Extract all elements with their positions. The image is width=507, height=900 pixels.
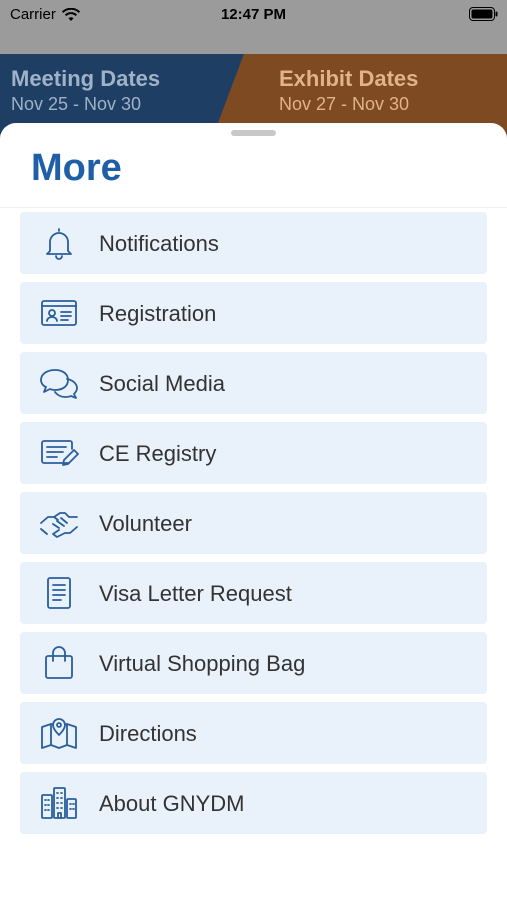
- menu-item-label: Registration: [99, 301, 217, 326]
- menu-item-social-media[interactable]: Social Media: [20, 352, 487, 414]
- more-sheet: More Notifications Registration Social M…: [0, 123, 507, 900]
- menu-item-registration[interactable]: Registration: [20, 282, 487, 344]
- menu-item-about-gnydm[interactable]: About GNYDM: [20, 772, 487, 834]
- bell-icon: [38, 225, 80, 261]
- shopping-bag-icon: [38, 645, 80, 681]
- buildings-icon: [38, 785, 80, 821]
- battery-icon: [469, 7, 498, 21]
- status-time: 12:47 PM: [220, 6, 287, 23]
- menu-item-label: About GNYDM: [99, 791, 245, 816]
- sheet-grabber[interactable]: [231, 130, 276, 136]
- menu-item-visa-letter-request[interactable]: Visa Letter Request: [20, 562, 487, 624]
- meeting-dates-range: Nov 25 - Nov 30: [11, 94, 142, 114]
- menu-item-notifications[interactable]: Notifications: [20, 212, 487, 274]
- exhibit-dates-title: Exhibit Dates: [279, 66, 419, 91]
- form-edit-icon: [38, 435, 80, 471]
- exhibit-dates[interactable]: Exhibit Dates Nov 27 - Nov 30: [279, 66, 418, 115]
- menu-item-label: Directions: [99, 721, 197, 746]
- dates-banner: Meeting Dates Nov 25 - Nov 30 Exhibit Da…: [0, 54, 507, 134]
- menu-item-volunteer[interactable]: Volunteer: [20, 492, 487, 554]
- status-bar: Carrier 12:47 PM: [0, 0, 507, 54]
- menu-item-ce-registry[interactable]: CE Registry: [20, 422, 487, 484]
- id-card-icon: [38, 295, 80, 331]
- menu-item-directions[interactable]: Directions: [20, 702, 487, 764]
- menu-item-label: Virtual Shopping Bag: [99, 651, 306, 676]
- handshake-icon: [38, 505, 80, 541]
- exhibit-dates-range: Nov 27 - Nov 30: [279, 94, 410, 114]
- title-divider: [0, 207, 507, 208]
- menu-item-label: Volunteer: [99, 511, 192, 536]
- map-pin-icon: [38, 715, 80, 751]
- menu-item-label: Notifications: [99, 231, 219, 256]
- menu-item-label: CE Registry: [99, 441, 217, 466]
- menu-item-virtual-shopping-bag[interactable]: Virtual Shopping Bag: [20, 632, 487, 694]
- menu-list: Notifications Registration Social Media …: [20, 212, 487, 842]
- chat-bubbles-icon: [38, 365, 80, 401]
- menu-item-label: Visa Letter Request: [99, 581, 292, 606]
- page-title: More: [31, 147, 122, 189]
- meeting-dates[interactable]: Meeting Dates Nov 25 - Nov 30: [11, 66, 160, 115]
- document-icon: [38, 575, 80, 611]
- meeting-dates-title: Meeting Dates: [11, 66, 161, 91]
- menu-item-label: Social Media: [99, 371, 225, 396]
